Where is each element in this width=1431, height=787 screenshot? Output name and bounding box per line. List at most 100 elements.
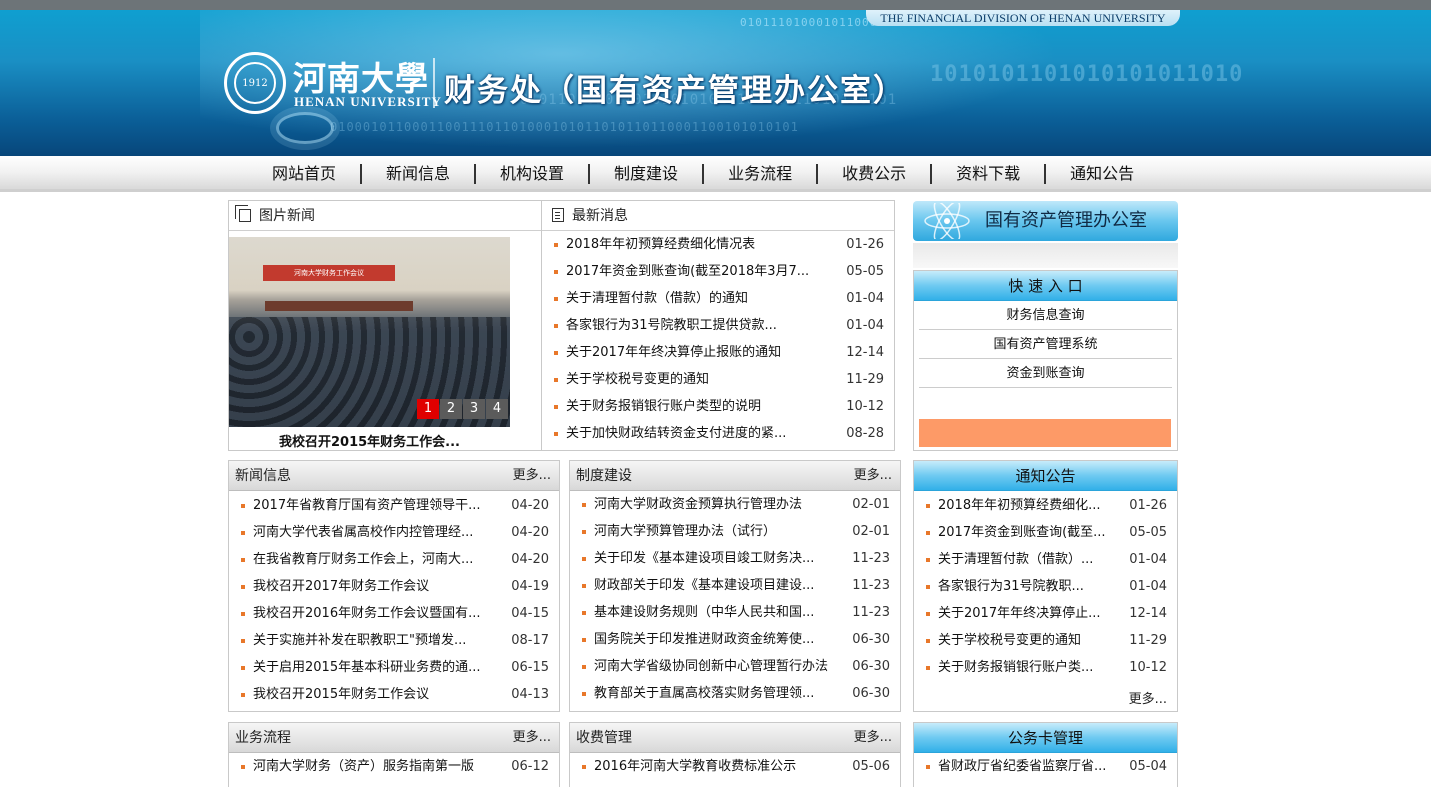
list-item[interactable]: 在我省教育厅财务工作会上，河南大... 04-20 — [229, 546, 559, 573]
notices-panel: 通知公告 2018年年初预算经费细化... 01-26 2017年资金到账查询(截… — [913, 460, 1178, 712]
list-item[interactable]: 教育部关于直属高校落实财务管理领... 06-30 — [570, 680, 900, 707]
regulations-title: 制度建设 — [576, 468, 632, 484]
list-item[interactable]: 2017年省教育厅国有资产管理领导干... 04-20 — [229, 492, 559, 519]
list-item[interactable]: 河南大学预算管理办法（试行） 02-01 — [570, 518, 900, 545]
slideshow: 河南大学财务工作会议 1 2 3 4 我校召开2015年财务工作会... — [229, 231, 541, 451]
fees-header: 收费管理 更多... — [570, 723, 900, 753]
list-item[interactable]: 关于加快财政结转资金支付进度的紧... 08-28 — [542, 420, 894, 447]
process-more-link[interactable]: 更多... — [513, 723, 551, 753]
list-item[interactable]: 关于2017年年终决算停止报账的通知 12-14 — [542, 339, 894, 366]
regulations-panel: 制度建设 更多... 河南大学财政资金预算执行管理办法 02-01 河南大学预算管… — [569, 460, 901, 712]
seal-year: 1912 — [234, 62, 276, 104]
list-item[interactable]: 我校召开2017年财务工作会议 04-19 — [229, 573, 559, 600]
official-card-panel: 公务卡管理 省财政厅省纪委省监察厅省... 05-04 — [913, 722, 1178, 787]
latest-news-list: 2018年年初预算经费细化情况表 01-26 2017年资金到账查询(截至2018… — [542, 231, 894, 447]
regulations-more-link[interactable]: 更多... — [854, 461, 892, 491]
list-item[interactable]: 河南大学财政资金预算执行管理办法 02-01 — [570, 491, 900, 518]
picture-news-title: 图片新闻 — [259, 208, 315, 224]
fees-more-link[interactable]: 更多... — [854, 723, 892, 753]
slideshow-pager: 1 2 3 4 — [416, 399, 508, 419]
news-list: 2017年省教育厅国有资产管理领导干... 04-20 河南大学代表省属高校作内控… — [229, 491, 559, 708]
quick-entry-panel: 快 速 入 口 财务信息查询 国有资产管理系统 资金到账查询 — [913, 270, 1178, 451]
list-item[interactable]: 关于2017年年终决算停止... 12-14 — [914, 600, 1177, 627]
list-item[interactable]: 关于清理暂付款（借款）... 01-04 — [914, 546, 1177, 573]
list-item[interactable]: 2018年年初预算经费细化情况表 01-26 — [542, 231, 894, 258]
news-more-link[interactable]: 更多... — [513, 461, 551, 491]
nav-item-notices[interactable]: 通知公告 — [1046, 156, 1158, 192]
list-item[interactable]: 基本建设财务规则（中华人民共和国... 11-23 — [570, 599, 900, 626]
quick-entry-header: 快 速 入 口 — [914, 271, 1177, 301]
fees-list: 2016年河南大学教育收费标准公示 05-06 — [570, 753, 900, 780]
slide-page-4[interactable]: 4 — [486, 399, 508, 419]
latest-news-title: 最新消息 — [572, 208, 628, 224]
photo-stage-banner: 河南大学财务工作会议 — [263, 265, 395, 281]
document-icon — [552, 208, 564, 222]
list-item[interactable]: 关于财务报销银行账户类型的说明 10-12 — [542, 393, 894, 420]
list-item[interactable]: 我校召开2015年财务工作会议 04-13 — [229, 681, 559, 708]
official-card-header: 公务卡管理 — [914, 723, 1177, 753]
list-item[interactable]: 各家银行为31号院教职工提供贷款... 01-04 — [542, 312, 894, 339]
nav-item-home[interactable]: 网站首页 — [248, 156, 363, 192]
asset-office-banner[interactable]: 国有资产管理办公室 — [913, 201, 1178, 241]
slide-page-3[interactable]: 3 — [463, 399, 485, 419]
fees-title: 收费管理 — [576, 730, 632, 746]
list-item[interactable]: 2017年资金到账查询(截至... 05-05 — [914, 519, 1177, 546]
list-item[interactable]: 河南大学代表省属高校作内控管理经... 04-20 — [229, 519, 559, 546]
list-item[interactable]: 关于清理暂付款（借款）的通知 01-04 — [542, 285, 894, 312]
notices-more-link[interactable]: 更多... — [1129, 688, 1167, 707]
list-item[interactable]: 河南大学财务（资产）服务指南第一版 06-12 — [229, 753, 559, 780]
department-title: 财务处（国有资产管理办公室） — [444, 73, 906, 109]
slide-page-1[interactable]: 1 — [417, 399, 439, 419]
atom-icon — [924, 203, 970, 239]
list-item[interactable]: 2016年河南大学教育收费标准公示 05-06 — [570, 753, 900, 780]
list-item[interactable]: 河南大学省级协同创新中心管理暂行办法 06-30 — [570, 653, 900, 680]
nav-item-news[interactable]: 新闻信息 — [362, 156, 477, 192]
list-item[interactable]: 我校召开2016年财务工作会议暨国有... 04-15 — [229, 600, 559, 627]
list-item[interactable]: 关于启用2015年基本科研业务费的通... 06-15 — [229, 654, 559, 681]
nav-item-regulations[interactable]: 制度建设 — [590, 156, 705, 192]
list-item[interactable]: 2017年资金到账查询(截至2018年3月7... 05-05 — [542, 258, 894, 285]
slide-page-2[interactable]: 2 — [440, 399, 462, 419]
university-name-cn: 河南大學 — [293, 59, 429, 98]
university-seal-logo: 1912 — [224, 52, 286, 114]
swirl-decoration — [276, 112, 334, 144]
nav-item-organization[interactable]: 机构设置 — [476, 156, 591, 192]
photo-caption[interactable]: 我校召开2015年财务工作会... — [229, 431, 510, 450]
list-item[interactable]: 2018年年初预算经费细化... 01-26 — [914, 492, 1177, 519]
list-item[interactable]: 关于财务报销银行账户类... 10-12 — [914, 654, 1177, 681]
notices-header: 通知公告 — [914, 461, 1177, 491]
news-title: 新闻信息 — [235, 468, 291, 484]
official-card-list: 省财政厅省纪委省监察厅省... 05-04 — [914, 753, 1177, 780]
nav-item-process[interactable]: 业务流程 — [704, 156, 819, 192]
process-title: 业务流程 — [235, 730, 291, 746]
list-item[interactable]: 关于实施并补发在职教职工"预增发... 08-17 — [229, 627, 559, 654]
list-item[interactable]: 财政部关于印发《基本建设项目建设... 11-23 — [570, 572, 900, 599]
quick-link-funds-query[interactable]: 资金到账查询 — [919, 359, 1172, 388]
list-item[interactable]: 关于学校税号变更的通知 11-29 — [542, 366, 894, 393]
asset-office-title[interactable]: 国有资产管理办公室 — [985, 210, 1147, 231]
nav-item-downloads[interactable]: 资料下载 — [932, 156, 1047, 192]
regulations-list: 河南大学财政资金预算执行管理办法 02-01 河南大学预算管理办法（试行） 02-0… — [570, 491, 900, 707]
process-header: 业务流程 更多... — [229, 723, 559, 753]
list-item[interactable]: 国务院关于印发推进财政资金统筹使... 06-30 — [570, 626, 900, 653]
nav-item-fees[interactable]: 收费公示 — [818, 156, 933, 192]
picture-news-header: 图片新闻 — [229, 201, 541, 231]
list-item[interactable]: 关于学校税号变更的通知 11-29 — [914, 627, 1177, 654]
process-list: 河南大学财务（资产）服务指南第一版 06-12 — [229, 753, 559, 780]
list-item[interactable]: 省财政厅省纪委省监察厅省... 05-04 — [914, 753, 1177, 780]
header-banner: 0101110100010110001100110110101010101101… — [0, 10, 1431, 156]
list-item[interactable]: 各家银行为31号院教职... 01-04 — [914, 573, 1177, 600]
binary-decoration: 1010101101010101011010 — [930, 62, 1244, 87]
news-header: 新闻信息 更多... — [229, 461, 559, 491]
news-panel: 新闻信息 更多... 2017年省教育厅国有资产管理领导干... 04-20 河南… — [228, 460, 560, 712]
quick-link-finance-query[interactable]: 财务信息查询 — [919, 301, 1172, 330]
quick-link-asset-system[interactable]: 国有资产管理系统 — [919, 330, 1172, 359]
latest-news-panel: 最新消息 2018年年初预算经费细化情况表 01-26 2017年资金到账查询(截… — [541, 200, 895, 451]
list-item[interactable]: 关于印发《基本建设项目竣工财务决... 11-23 — [570, 545, 900, 572]
top-strip — [0, 0, 1431, 10]
process-panel: 业务流程 更多... 河南大学财务（资产）服务指南第一版 06-12 — [228, 722, 560, 787]
fees-panel: 收费管理 更多... 2016年河南大学教育收费标准公示 05-06 — [569, 722, 901, 787]
notices-list: 2018年年初预算经费细化... 01-26 2017年资金到账查询(截至... 0… — [914, 491, 1177, 681]
quick-entry-list: 财务信息查询 国有资产管理系统 资金到账查询 — [914, 301, 1177, 388]
orange-banner[interactable] — [919, 419, 1171, 447]
